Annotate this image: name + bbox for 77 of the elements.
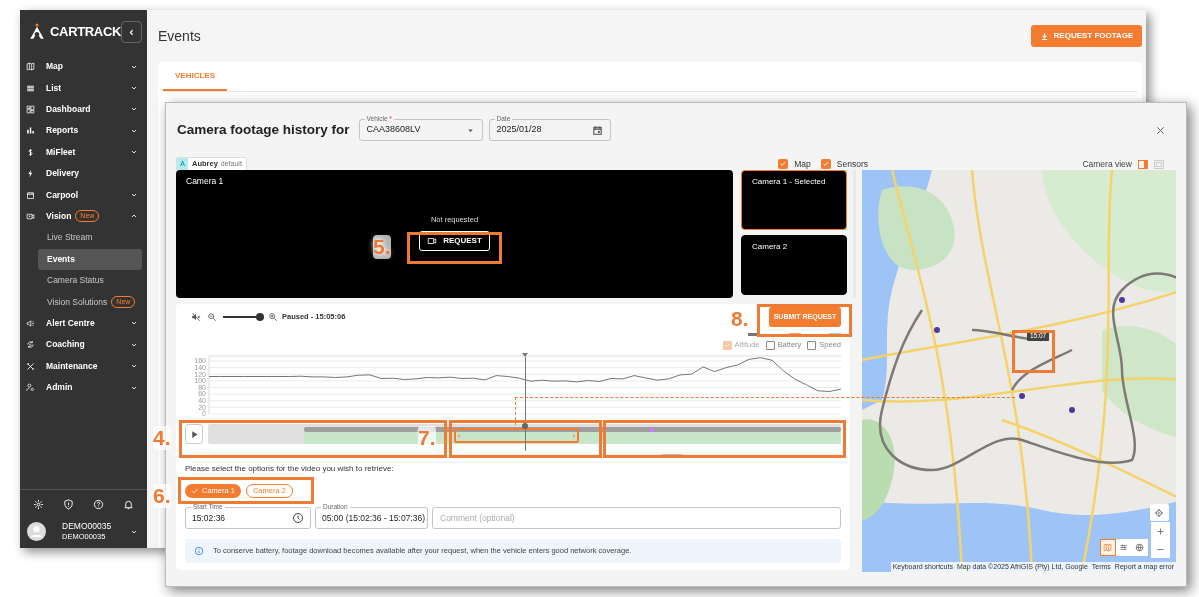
close-icon[interactable]	[1155, 124, 1166, 136]
play-button[interactable]	[185, 424, 203, 444]
video-camera-icon	[427, 236, 438, 247]
bar-chart-icon	[26, 126, 35, 136]
user-name: DEMO00035	[62, 521, 112, 532]
submenu-item[interactable]: Events	[38, 248, 142, 270]
megaphone-icon	[26, 318, 35, 328]
camera-view-label: Camera view	[1082, 157, 1132, 171]
info-icon	[194, 546, 204, 556]
scrollbar[interactable]	[209, 454, 841, 457]
comment-field[interactable]: Comment (optional)	[432, 507, 841, 529]
sidebar-item[interactable]: List	[20, 77, 147, 99]
globe-icon	[1135, 543, 1145, 552]
camera-thumbnail[interactable]: Camera 2	[741, 235, 847, 295]
brand-name: CARTRACK	[50, 23, 122, 42]
muted-speaker-icon[interactable]	[191, 312, 201, 322]
logo-icon	[28, 23, 46, 41]
collapse-button[interactable]	[121, 21, 142, 43]
checkbox[interactable]: Sensors	[820, 157, 868, 171]
notification-bell-icon[interactable]	[122, 499, 134, 510]
playhead[interactable]	[522, 353, 528, 451]
help-icon[interactable]	[92, 499, 104, 510]
slider-thumb[interactable]	[256, 313, 264, 321]
sidebar-item[interactable]: Reports	[20, 120, 147, 142]
plus-icon	[1155, 526, 1165, 536]
tools-icon	[26, 361, 35, 371]
submenu-item[interactable]: Camera Status	[38, 269, 142, 292]
page-title: Events	[158, 26, 201, 46]
camera-title: Camera 1	[186, 175, 224, 188]
list-icon	[26, 83, 35, 93]
check-icon	[191, 487, 199, 495]
timeline-track[interactable]	[208, 424, 841, 444]
sidebar-item[interactable]: MiFleet	[20, 141, 147, 163]
sidebar-item[interactable]: Alert Centre	[20, 312, 147, 335]
selection-handle[interactable]	[454, 428, 579, 443]
sidebar-item[interactable]: Maintenance	[20, 355, 147, 377]
sidebar-item[interactable]: Carpool	[20, 184, 147, 206]
camera-thumbnail[interactable]: Camera 1 - Selected	[741, 170, 847, 230]
zoom-in-icon[interactable]	[268, 312, 278, 322]
shield-icon[interactable]	[63, 499, 75, 510]
play-icon	[189, 429, 199, 439]
sidebar-item[interactable]: Dashboard	[20, 98, 147, 121]
sidebar-item[interactable]: Delivery	[20, 162, 147, 185]
layers-icon	[1119, 543, 1129, 552]
map-icon	[26, 62, 35, 72]
lightning-icon	[26, 169, 35, 179]
check-icon	[779, 160, 788, 168]
checkbox[interactable]: Map	[778, 157, 811, 171]
rotating-arrows-icon	[26, 340, 35, 350]
settings-icon[interactable]	[33, 499, 45, 510]
download-icon	[1039, 31, 1049, 41]
single-view-toggle[interactable]	[1138, 159, 1148, 169]
chevron-right-icon	[571, 432, 577, 439]
dollar-icon	[26, 147, 35, 157]
modal-title: Camera footage history for	[177, 120, 350, 139]
chevron-left-icon	[456, 432, 462, 439]
calendar-icon	[591, 124, 603, 136]
dashboard-icon	[26, 104, 35, 114]
sidebar-item[interactable]: Map	[20, 56, 147, 78]
video-camera-icon	[26, 211, 35, 221]
sidebar-item[interactable]: Coaching	[20, 334, 147, 356]
sidebar-item[interactable]: Admin	[20, 376, 147, 399]
grid-view-toggle[interactable]	[1154, 159, 1164, 169]
zoom-out-icon[interactable]	[207, 312, 217, 322]
submenu-item[interactable]: Live Stream	[38, 227, 142, 249]
check-icon	[723, 341, 731, 349]
highlight-frame	[1012, 330, 1055, 373]
instruction-text: Please select the options for the video you wish to retrieve:	[185, 463, 395, 475]
avatar-icon[interactable]	[27, 522, 46, 541]
request-button[interactable]: REQUEST	[419, 231, 490, 252]
user-gear-icon	[26, 383, 35, 393]
crosshair-icon	[1154, 507, 1165, 518]
map-icon	[1103, 543, 1113, 552]
calendar-icon	[26, 190, 35, 200]
check-icon	[821, 160, 830, 168]
clock-icon	[292, 512, 304, 524]
event-marker	[650, 428, 654, 432]
